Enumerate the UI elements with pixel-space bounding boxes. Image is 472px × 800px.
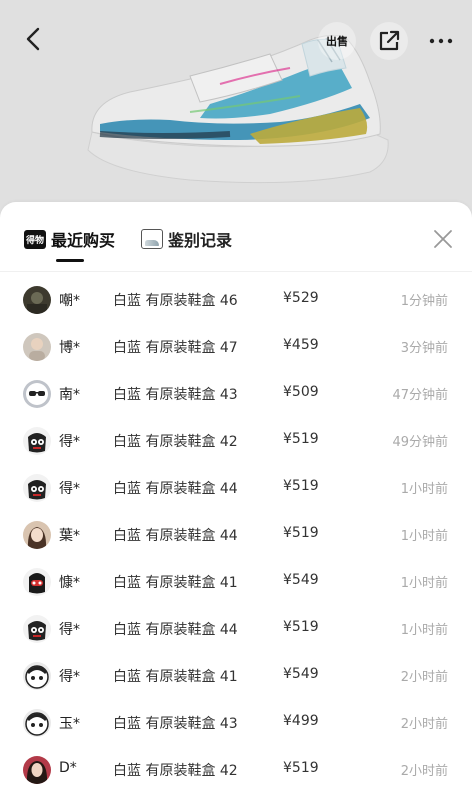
purchase-price: ¥519 (283, 760, 319, 776)
share-icon (379, 30, 400, 51)
tab-recent-purchases[interactable]: 得物 最近购买 (24, 226, 115, 252)
purchase-price: ¥519 (283, 619, 319, 635)
buyer-avatar (23, 615, 51, 643)
more-icon (429, 38, 453, 44)
purchase-price: ¥549 (283, 572, 319, 588)
purchase-time: 1小时前 (400, 482, 448, 497)
product-spec: 白蓝 有原装鞋盒 41 (113, 575, 238, 591)
purchase-price: ¥549 (283, 666, 319, 682)
purchase-time: 1小时前 (400, 529, 448, 544)
sell-button[interactable]: 出售 (318, 22, 356, 60)
buyer-avatar (23, 286, 51, 314)
purchase-price: ¥519 (283, 431, 319, 447)
buyer-avatar (23, 709, 51, 737)
sheet-tabs: 得物 最近购买 鉴别记录 (0, 202, 472, 272)
tab-recent-purchases-label: 最近购买 (51, 231, 116, 250)
buyer-name: 得* (59, 481, 80, 497)
purchase-record-row: 得* 白蓝 有原装鞋盒 42 ¥519 49分钟前 (0, 417, 472, 464)
purchase-time: 49分钟前 (392, 435, 448, 450)
buyer-avatar (23, 662, 51, 690)
purchase-record-row: 玉* 白蓝 有原装鞋盒 43 ¥499 2小时前 (0, 699, 472, 746)
buyer-avatar (23, 521, 51, 549)
buyer-name: 玉* (59, 716, 80, 732)
recent-purchases-sheet: 得物 最近购买 鉴别记录 嘲* 白蓝 有原装鞋盒 46 ¥529 1分钟前博* 白蓝 有… (0, 202, 472, 800)
buyer-name: 南* (59, 387, 80, 403)
sneaker-box-icon (141, 229, 163, 249)
buyer-name: 葉* (59, 528, 80, 544)
buyer-avatar (23, 427, 51, 455)
purchase-time: 1小时前 (400, 576, 448, 591)
purchase-time: 47分钟前 (392, 388, 448, 403)
purchase-record-row: 得* 白蓝 有原装鞋盒 44 ¥519 1小时前 (0, 605, 472, 652)
product-spec: 白蓝 有原装鞋盒 44 (113, 528, 238, 544)
purchase-time: 2小时前 (400, 764, 448, 779)
dewu-logo-icon: 得物 (24, 229, 46, 249)
product-spec: 白蓝 有原装鞋盒 43 (113, 387, 238, 403)
purchase-record-row: 得* 白蓝 有原装鞋盒 44 ¥519 1小时前 (0, 464, 472, 511)
product-image-area: 出售 (0, 0, 472, 220)
purchase-price: ¥519 (283, 478, 319, 494)
back-button[interactable] (16, 22, 50, 56)
purchase-time: 1分钟前 (400, 294, 448, 309)
buyer-avatar (23, 474, 51, 502)
buyer-name: 慷* (59, 575, 80, 591)
purchase-price: ¥509 (283, 384, 319, 400)
purchase-record-row: 博* 白蓝 有原装鞋盒 47 ¥459 3分钟前 (0, 323, 472, 370)
tab-authentication-records-label: 鉴别记录 (168, 231, 233, 250)
buyer-avatar (23, 756, 51, 784)
purchase-time: 1小时前 (400, 623, 448, 638)
buyer-name: D* (59, 760, 77, 776)
buyer-name: 得* (59, 434, 80, 450)
purchase-record-row: 南* 白蓝 有原装鞋盒 43 ¥509 47分钟前 (0, 370, 472, 417)
product-spec: 白蓝 有原装鞋盒 44 (113, 622, 238, 638)
buyer-name: 得* (59, 622, 80, 638)
product-spec: 白蓝 有原装鞋盒 47 (113, 340, 238, 356)
purchase-price: ¥519 (283, 525, 319, 541)
purchase-time: 2小时前 (400, 670, 448, 685)
product-spec: 白蓝 有原装鞋盒 44 (113, 481, 238, 497)
dewu-logo-text: 得物 (25, 235, 44, 246)
share-button[interactable] (370, 22, 408, 60)
product-spec: 白蓝 有原装鞋盒 42 (113, 434, 238, 450)
buyer-name: 得* (59, 669, 80, 685)
buyer-name: 博* (59, 340, 80, 356)
product-spec: 白蓝 有原装鞋盒 46 (113, 293, 238, 309)
buyer-avatar (23, 333, 51, 361)
buyer-avatar (23, 568, 51, 596)
purchase-record-row: 得* 白蓝 有原装鞋盒 41 ¥549 2小时前 (0, 652, 472, 699)
purchase-price: ¥499 (283, 713, 319, 729)
product-spec: 白蓝 有原装鞋盒 43 (113, 716, 238, 732)
purchase-time: 3分钟前 (400, 341, 448, 356)
purchase-price: ¥529 (283, 290, 319, 306)
purchase-record-list: 嘲* 白蓝 有原装鞋盒 46 ¥529 1分钟前博* 白蓝 有原装鞋盒 47 ¥459 3分… (0, 276, 472, 793)
purchase-record-row: 葉* 白蓝 有原装鞋盒 44 ¥519 1小时前 (0, 511, 472, 558)
close-icon (434, 230, 452, 248)
close-button[interactable] (428, 224, 458, 254)
purchase-price: ¥459 (283, 337, 319, 353)
buyer-name: 嘲* (59, 293, 80, 309)
purchase-record-row: D* 白蓝 有原装鞋盒 42 ¥519 2小时前 (0, 746, 472, 793)
purchase-time: 2小时前 (400, 717, 448, 732)
product-spec: 白蓝 有原装鞋盒 42 (113, 763, 238, 779)
purchase-record-row: 嘲* 白蓝 有原装鞋盒 46 ¥529 1分钟前 (0, 276, 472, 323)
active-tab-indicator (56, 259, 84, 262)
sell-label: 出售 (326, 34, 348, 48)
buyer-avatar (23, 380, 51, 408)
back-arrow-icon (26, 27, 40, 51)
product-spec: 白蓝 有原装鞋盒 41 (113, 669, 238, 685)
purchase-record-row: 慷* 白蓝 有原装鞋盒 41 ¥549 1小时前 (0, 558, 472, 605)
tab-authentication-records[interactable]: 鉴别记录 (141, 226, 232, 252)
more-button[interactable] (422, 22, 460, 60)
